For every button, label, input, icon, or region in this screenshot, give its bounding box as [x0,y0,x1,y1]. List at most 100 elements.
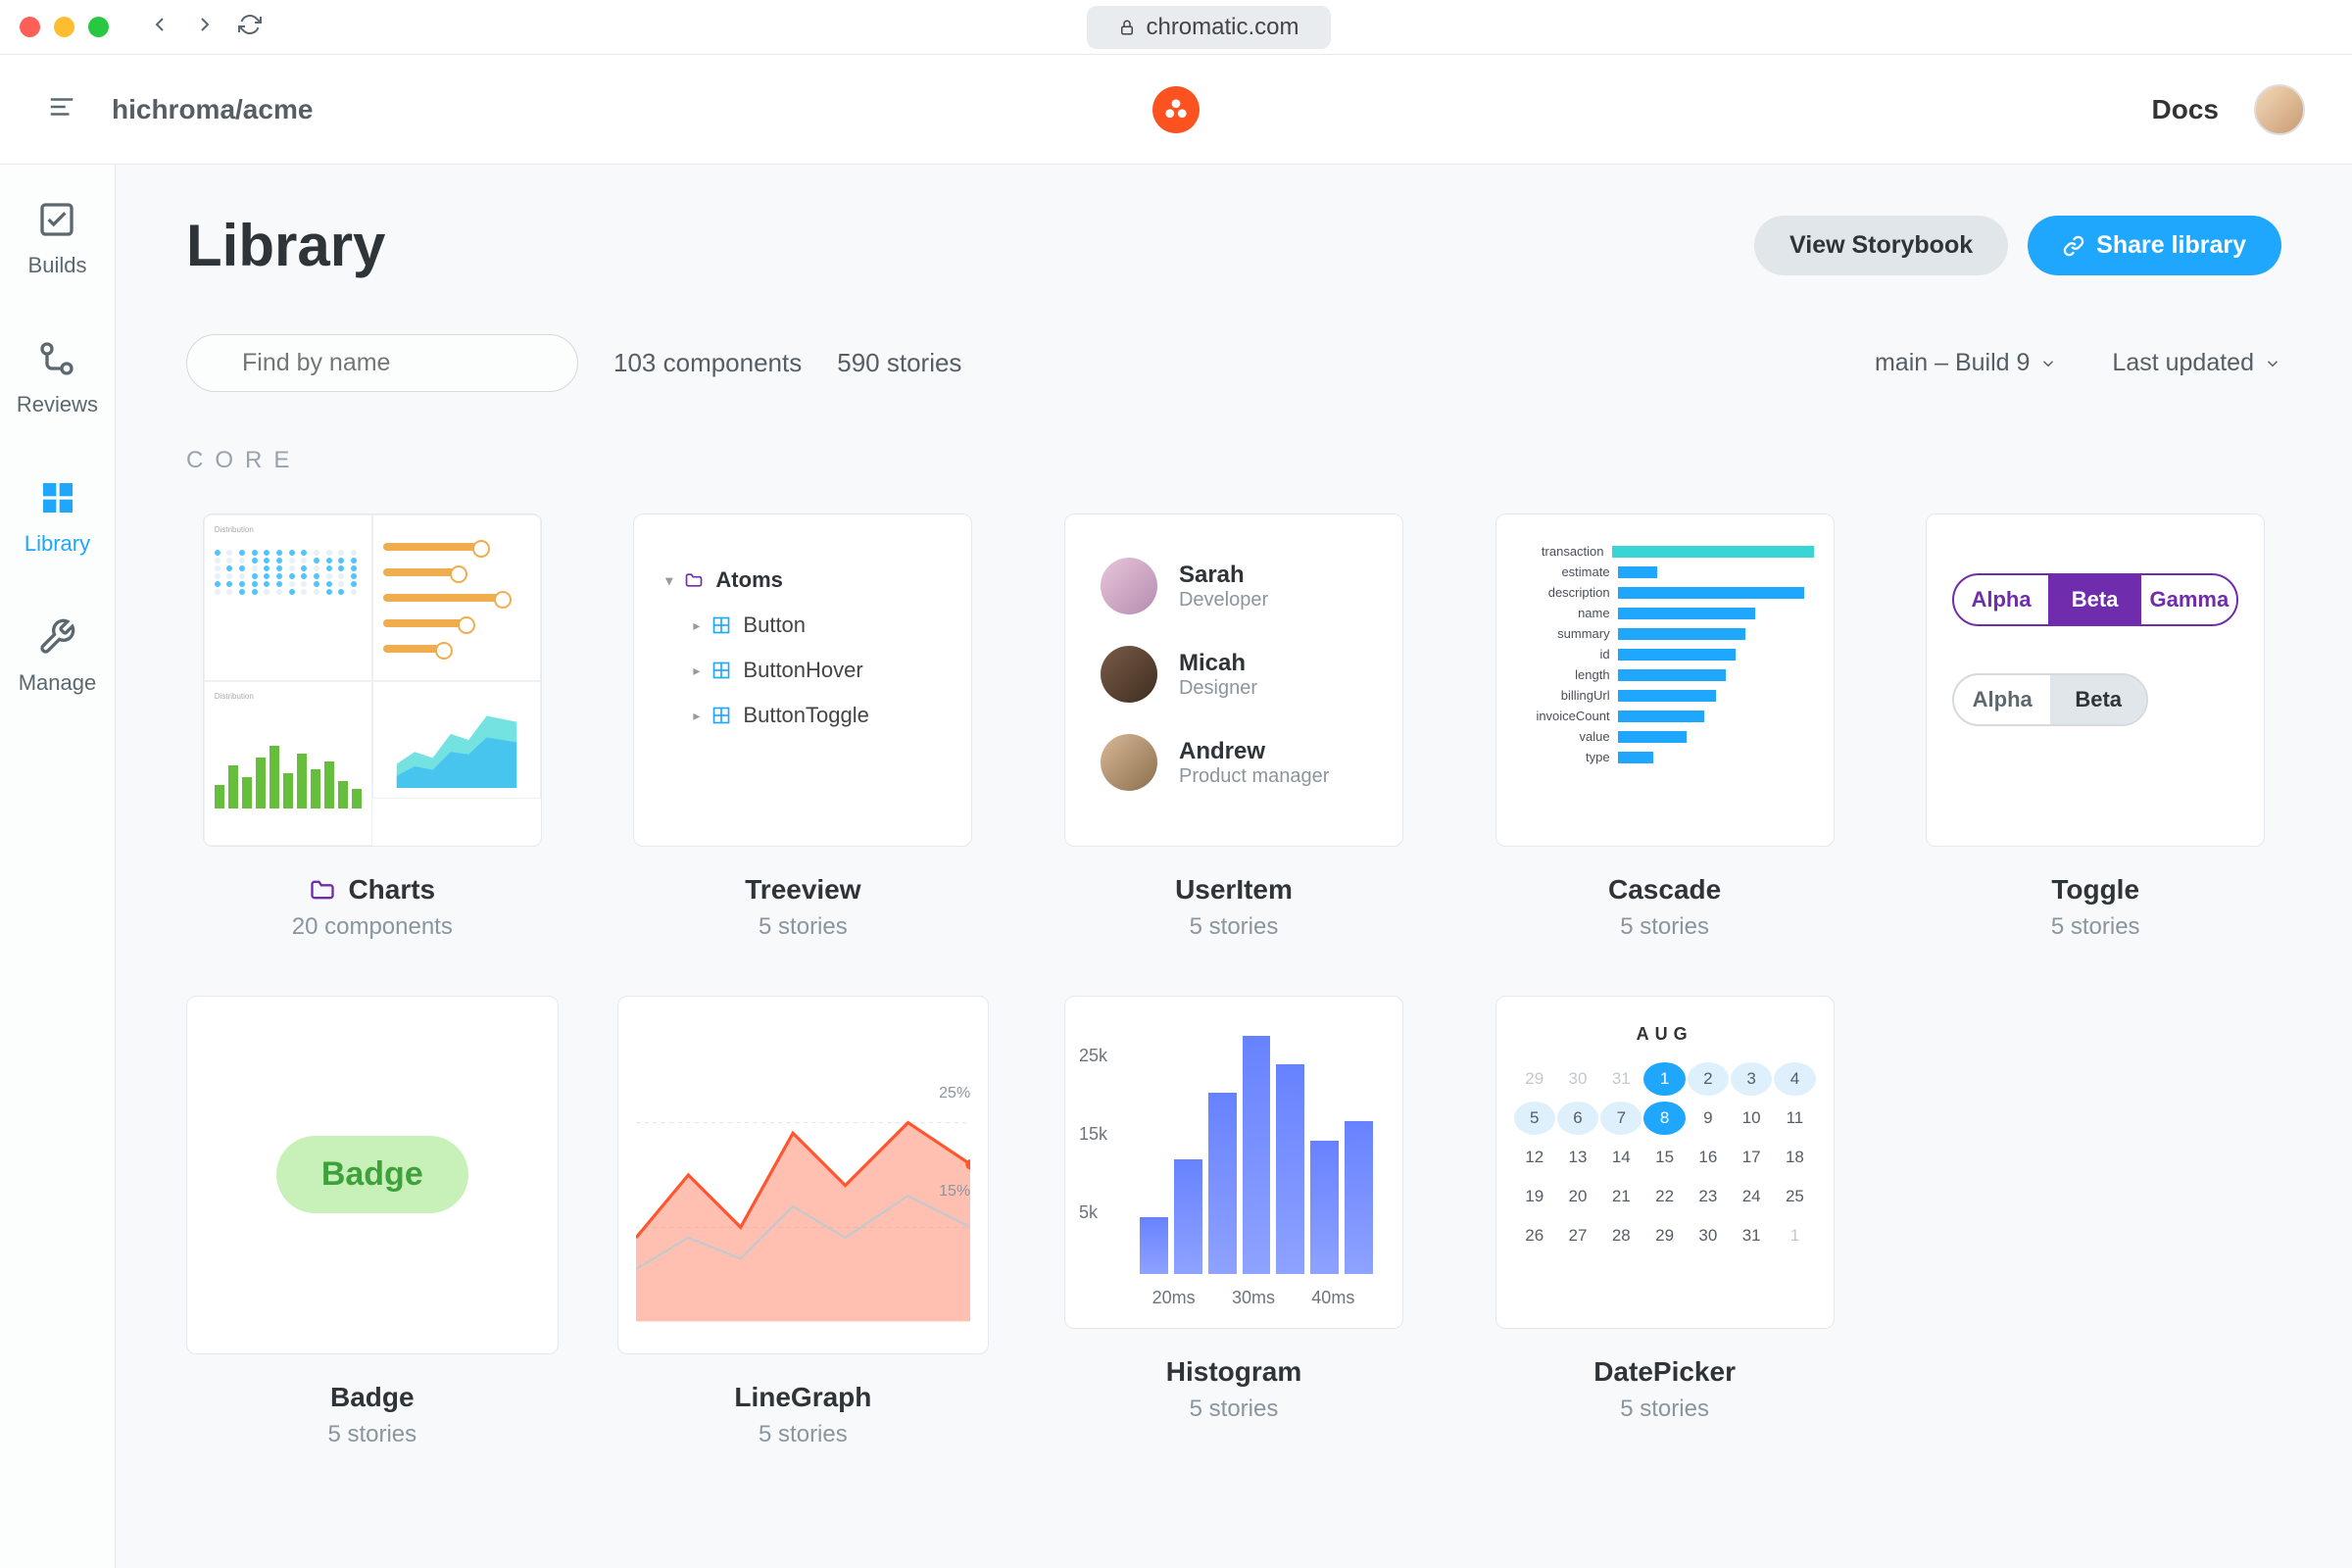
card-title: Cascade [1608,874,1721,906]
card-cascade[interactable]: transactionestimatedescriptionnamesummar… [1479,514,1851,941]
builds-icon [37,200,76,239]
card-charts[interactable]: Distribution Distribution Charts 20 comp… [186,514,559,941]
chevron-down-icon [2264,355,2281,372]
share-library-label: Share library [2096,231,2246,260]
thumb-useritem: SarahDeveloper MicahDesigner AndrewProdu… [1064,514,1403,847]
menu-icon[interactable] [47,92,76,126]
forward-button[interactable] [193,13,217,41]
view-storybook-button[interactable]: View Storybook [1754,216,2008,275]
sidebar-item-library[interactable]: Library [24,478,90,557]
avatar [1101,558,1157,614]
link-icon [2063,235,2084,257]
branch-build-dropdown[interactable]: main – Build 9 [1875,349,2057,377]
thumb-cascade: transactionestimatedescriptionnamesummar… [1495,514,1835,847]
card-sub: 5 stories [1190,1396,1279,1423]
reviews-icon [37,339,76,378]
sort-dropdown[interactable]: Last updated [2112,349,2281,377]
component-grid: Distribution Distribution Charts 20 comp… [186,514,2281,1448]
sidebar-item-manage[interactable]: Manage [19,617,97,696]
mini-sliders [372,514,541,681]
hist-x: 20ms [1152,1288,1196,1308]
hist-y: 25k [1079,1046,1107,1066]
card-toggle[interactable]: Alpha Beta Gamma Alpha Beta Toggle 5 sto… [1909,514,2281,941]
user-role: Designer [1179,677,1257,700]
sidebar-item-builds[interactable]: Builds [28,200,87,278]
thumb-histogram: 25k 15k 5k 20ms 30ms 40ms [1064,996,1403,1329]
lock-icon [1118,19,1136,36]
card-title: Toggle [2051,874,2139,906]
thumb-badge: Badge [186,996,559,1354]
sidebar-label: Manage [19,670,97,696]
lg-label: 25% [939,1085,970,1102]
tree-child: ButtonToggle [743,703,868,728]
branch-build-label: main – Build 9 [1875,349,2030,377]
docs-link[interactable]: Docs [2152,94,2219,125]
hist-x: 40ms [1311,1288,1354,1308]
story-count: 590 stories [837,348,961,378]
sidebar-label: Builds [28,253,87,278]
tree-child: Button [743,612,806,638]
card-sub: 5 stories [2051,913,2140,941]
main-content: Library View Storybook Share library 103… [116,165,2352,1568]
card-title: Charts [309,874,435,906]
thumb-toggle: Alpha Beta Gamma Alpha Beta [1926,514,2265,847]
mini-area [372,681,541,799]
sidebar-label: Reviews [17,392,98,417]
tree-child: ButtonHover [743,658,862,683]
badge: Badge [276,1136,468,1213]
close-window-icon[interactable] [20,17,40,37]
chevron-down-icon [2039,355,2057,372]
sidebar-item-reviews[interactable]: Reviews [17,339,98,417]
minimize-window-icon[interactable] [54,17,74,37]
maximize-window-icon[interactable] [88,17,109,37]
share-library-button[interactable]: Share library [2028,216,2281,275]
traffic-lights [20,17,109,37]
user-name: Sarah [1179,562,1268,589]
browser-nav [148,13,262,41]
folder-icon [309,876,336,904]
card-sub: 5 stories [1190,913,1279,941]
project-name[interactable]: hichroma/acme [112,94,313,125]
chromatic-logo[interactable] [1152,86,1200,133]
seg-opt: Gamma [2141,575,2236,624]
thumb-treeview: ▾Atoms ▸Button ▸ButtonHover ▸ButtonToggl… [633,514,972,847]
tree-parent: Atoms [715,567,782,593]
url-text: chromatic.com [1146,14,1298,41]
app-header: hichroma/acme Docs [0,55,2352,165]
search-input[interactable] [186,334,578,392]
lg-label: 15% [939,1183,970,1200]
page-header: Library View Storybook Share library [186,212,2281,279]
seg-opt: Alpha [1954,675,2050,724]
hist-y: 15k [1079,1124,1107,1145]
library-icon [38,478,77,517]
manage-icon [37,617,76,657]
card-badge[interactable]: Badge Badge 5 stories [186,996,559,1448]
sidebar-label: Library [24,531,90,557]
filter-row: 103 components 590 stories main – Build … [186,334,2281,392]
card-title: Treeview [745,874,860,906]
mini-heatmap: Distribution [204,514,372,681]
card-linegraph[interactable]: 25% 15% LineGraph 5 stories [617,996,990,1448]
card-sub: 5 stories [1620,1396,1709,1423]
user-name: Micah [1179,650,1257,677]
mini-bars: Distribution [204,681,372,846]
card-datepicker[interactable]: AUG 293031123456789101112131415161718192… [1479,996,1851,1448]
user-role: Developer [1179,589,1268,612]
avatar [1101,646,1157,703]
card-title: Badge [330,1382,415,1413]
user-name: Andrew [1179,738,1329,765]
back-button[interactable] [148,13,172,41]
thumb-datepicker: AUG 293031123456789101112131415161718192… [1495,996,1835,1329]
hist-x: 30ms [1232,1288,1275,1308]
refresh-button[interactable] [238,13,262,41]
user-avatar[interactable] [2254,84,2305,135]
card-treeview[interactable]: ▾Atoms ▸Button ▸ButtonHover ▸ButtonToggl… [617,514,990,941]
url-bar[interactable]: chromatic.com [1087,6,1330,49]
card-histogram[interactable]: 25k 15k 5k 20ms 30ms 40ms Histogram 5 st… [1048,996,1420,1448]
card-title: DatePicker [1593,1356,1736,1388]
thumb-linegraph: 25% 15% [617,996,990,1354]
card-useritem[interactable]: SarahDeveloper MicahDesigner AndrewProdu… [1048,514,1420,941]
card-title: LineGraph [734,1382,871,1413]
card-title: UserItem [1175,874,1293,906]
page-title: Library [186,212,385,279]
